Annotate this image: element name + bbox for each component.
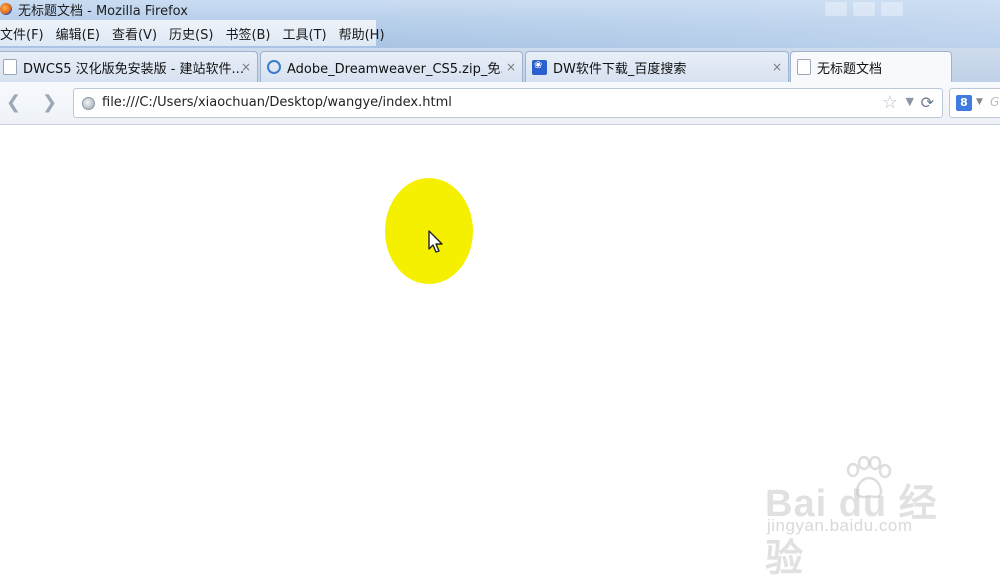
tab-dwcs5[interactable]: DWCS5 汉化版免安装版 - 建站软件... × bbox=[0, 51, 258, 82]
maximize-button[interactable] bbox=[853, 2, 875, 16]
tab-title: DW软件下载_百度搜索 bbox=[553, 61, 687, 77]
watermark-domain: jingyan.baidu.com bbox=[767, 516, 913, 535]
tab-title: Adobe_Dreamweaver_CS5.zip_免... bbox=[287, 61, 502, 77]
blank-page-icon bbox=[3, 59, 17, 75]
menu-history[interactable]: 历史(S) bbox=[169, 24, 213, 43]
tab-adobe-dreamweaver[interactable]: Adobe_Dreamweaver_CS5.zip_免... × bbox=[260, 51, 523, 82]
close-icon[interactable]: × bbox=[241, 60, 251, 74]
search-placeholder: G bbox=[990, 95, 1000, 109]
menu-view[interactable]: 查看(V) bbox=[112, 24, 157, 43]
back-arrow-icon[interactable]: ❮ bbox=[6, 92, 21, 113]
tab-bar: DWCS5 汉化版免安装版 - 建站软件... × Adobe_Dreamwea… bbox=[0, 48, 1000, 83]
title-bar-glass bbox=[380, 0, 1000, 48]
menu-file[interactable]: 文件(F) bbox=[0, 24, 44, 43]
baidu-jingyan-watermark: Bai du 经验 jingyan.baidu.com bbox=[765, 456, 965, 580]
mouse-cursor-icon bbox=[428, 230, 444, 258]
window-title: 无标题文档 - Mozilla Firefox bbox=[18, 3, 188, 19]
reload-icon[interactable]: ⟳ bbox=[921, 93, 934, 112]
search-engine-icon[interactable]: 8 bbox=[956, 95, 972, 111]
close-window-button[interactable] bbox=[881, 2, 903, 16]
tab-untitled-document[interactable]: 无标题文档 bbox=[790, 51, 952, 82]
close-icon[interactable]: × bbox=[772, 60, 782, 74]
blank-page-icon bbox=[797, 59, 811, 75]
forward-arrow-icon[interactable]: ❯ bbox=[42, 92, 57, 113]
star-icon[interactable]: ☆ bbox=[882, 92, 898, 113]
tab-dw-download[interactable]: DW软件下载_百度搜索 × bbox=[525, 51, 789, 82]
tab-title: DWCS5 汉化版免安装版 - 建站软件... bbox=[23, 61, 243, 77]
globe-icon bbox=[82, 97, 95, 110]
url-text[interactable]: file:///C:/Users/xiaochuan/Desktop/wangy… bbox=[102, 95, 452, 110]
close-icon[interactable]: × bbox=[506, 60, 516, 74]
menu-tools[interactable]: 工具(T) bbox=[283, 24, 327, 43]
menu-bar: 文件(F) 编辑(E) 查看(V) 历史(S) 书签(B) 工具(T) 帮助(H… bbox=[0, 20, 385, 46]
minimize-button[interactable] bbox=[825, 2, 847, 16]
title-row: 无标题文档 - Mozilla Firefox bbox=[0, 0, 188, 19]
link-icon bbox=[267, 60, 281, 74]
menu-bookmarks[interactable]: 书签(B) bbox=[225, 24, 270, 43]
url-bar[interactable]: file:///C:/Users/xiaochuan/Desktop/wangy… bbox=[73, 88, 943, 118]
menu-help[interactable]: 帮助(H) bbox=[339, 24, 385, 43]
dropdown-icon[interactable]: ▼ bbox=[906, 95, 914, 108]
menu-edit[interactable]: 编辑(E) bbox=[56, 24, 100, 43]
baidu-paw-icon bbox=[532, 59, 547, 75]
firefox-icon bbox=[0, 3, 12, 15]
search-engine-dropdown-icon[interactable]: ▼ bbox=[976, 97, 983, 107]
search-box[interactable]: 8 ▼ G bbox=[949, 88, 1000, 118]
tab-title: 无标题文档 bbox=[817, 61, 883, 77]
navigation-bar: ❮ ❯ file:///C:/Users/xiaochuan/Desktop/w… bbox=[0, 82, 1000, 125]
